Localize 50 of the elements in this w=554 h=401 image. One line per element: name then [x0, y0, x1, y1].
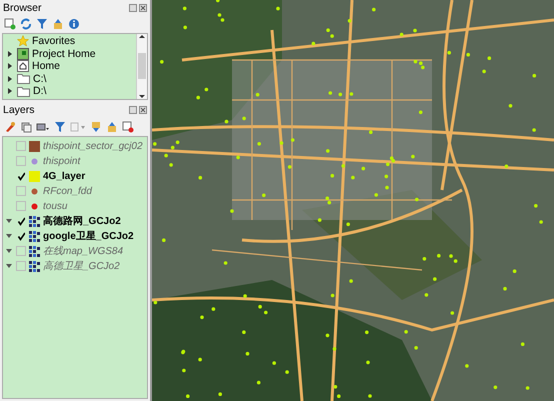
raster-layer-icon [29, 260, 40, 272]
satellite-map-drawing[interactable] [152, 0, 554, 401]
home-icon [17, 60, 29, 72]
layer-name[interactable]: thispoint [43, 156, 80, 166]
panel-title: Layers [3, 104, 35, 116]
scroll-down-icon[interactable] [139, 94, 145, 98]
float-icon[interactable] [129, 4, 137, 12]
browser-item[interactable]: Project Home [32, 48, 96, 60]
checkbox[interactable] [16, 156, 26, 166]
refresh-icon[interactable] [20, 18, 32, 30]
scroll-up-icon[interactable] [139, 34, 145, 39]
close-icon[interactable] [139, 106, 147, 114]
folder-icon [17, 73, 30, 84]
layer-name[interactable]: RFcon_fdd [43, 186, 92, 196]
layer-name[interactable]: google卫星_GCJo2 [43, 229, 134, 243]
panel-title: Browser [3, 2, 42, 14]
checkbox[interactable] [16, 186, 26, 196]
close-icon[interactable] [139, 4, 147, 12]
folder-icon [17, 86, 30, 97]
filter-icon[interactable] [36, 18, 48, 30]
filter-icon[interactable] [54, 120, 66, 132]
layer-name[interactable]: thispoint_sector_gcj02 [43, 140, 143, 152]
browser-item[interactable]: C:\ [33, 72, 46, 85]
layer-name[interactable]: 4G_layer [43, 170, 86, 182]
checkbox[interactable] [16, 246, 26, 256]
checkbox[interactable] [16, 201, 26, 211]
checkbox[interactable] [16, 141, 26, 151]
remove-layer-icon[interactable] [122, 120, 134, 132]
float-icon[interactable] [129, 106, 137, 114]
layer-name[interactable]: 高德路网_GCJo2 [43, 214, 121, 228]
collapse-icon[interactable] [106, 120, 118, 132]
info-icon[interactable] [68, 18, 80, 30]
browser-item[interactable]: Home [32, 60, 60, 72]
raster-layer-icon [29, 230, 40, 242]
raster-layer-icon [29, 246, 40, 256]
project-icon [17, 48, 29, 60]
star-icon [17, 35, 29, 48]
raster-layer-icon [29, 216, 40, 226]
add-layer-icon[interactable] [4, 18, 16, 30]
checkbox[interactable] [16, 261, 26, 271]
collapse-icon[interactable] [52, 18, 64, 30]
layer-name[interactable]: tousu [43, 200, 68, 212]
expand-icon[interactable] [90, 120, 102, 132]
browser-item[interactable]: Favorites [32, 35, 76, 48]
layer-group-icon[interactable] [20, 120, 32, 132]
scrollbar[interactable] [136, 34, 147, 98]
layer-name[interactable]: 在线map_WGS84 [43, 244, 124, 258]
layer-name[interactable]: 高德卫星_GCJo2 [43, 259, 120, 273]
browser-item[interactable]: D:\ [33, 85, 46, 98]
paint-brush-icon[interactable] [4, 120, 16, 132]
